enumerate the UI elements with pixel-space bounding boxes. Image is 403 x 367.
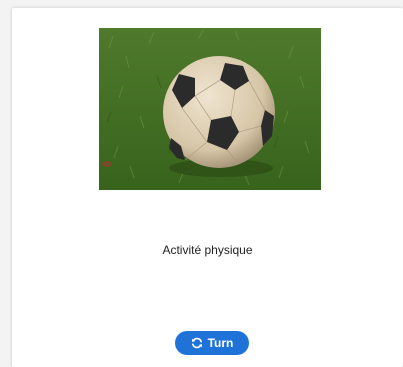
turn-button-label: Turn (207, 336, 234, 350)
refresh-icon (191, 337, 203, 349)
flashcard: Activité physique Turn (12, 8, 403, 367)
card-caption: Activité physique (162, 243, 253, 257)
turn-button[interactable]: Turn (175, 331, 249, 355)
card-image (99, 28, 321, 190)
